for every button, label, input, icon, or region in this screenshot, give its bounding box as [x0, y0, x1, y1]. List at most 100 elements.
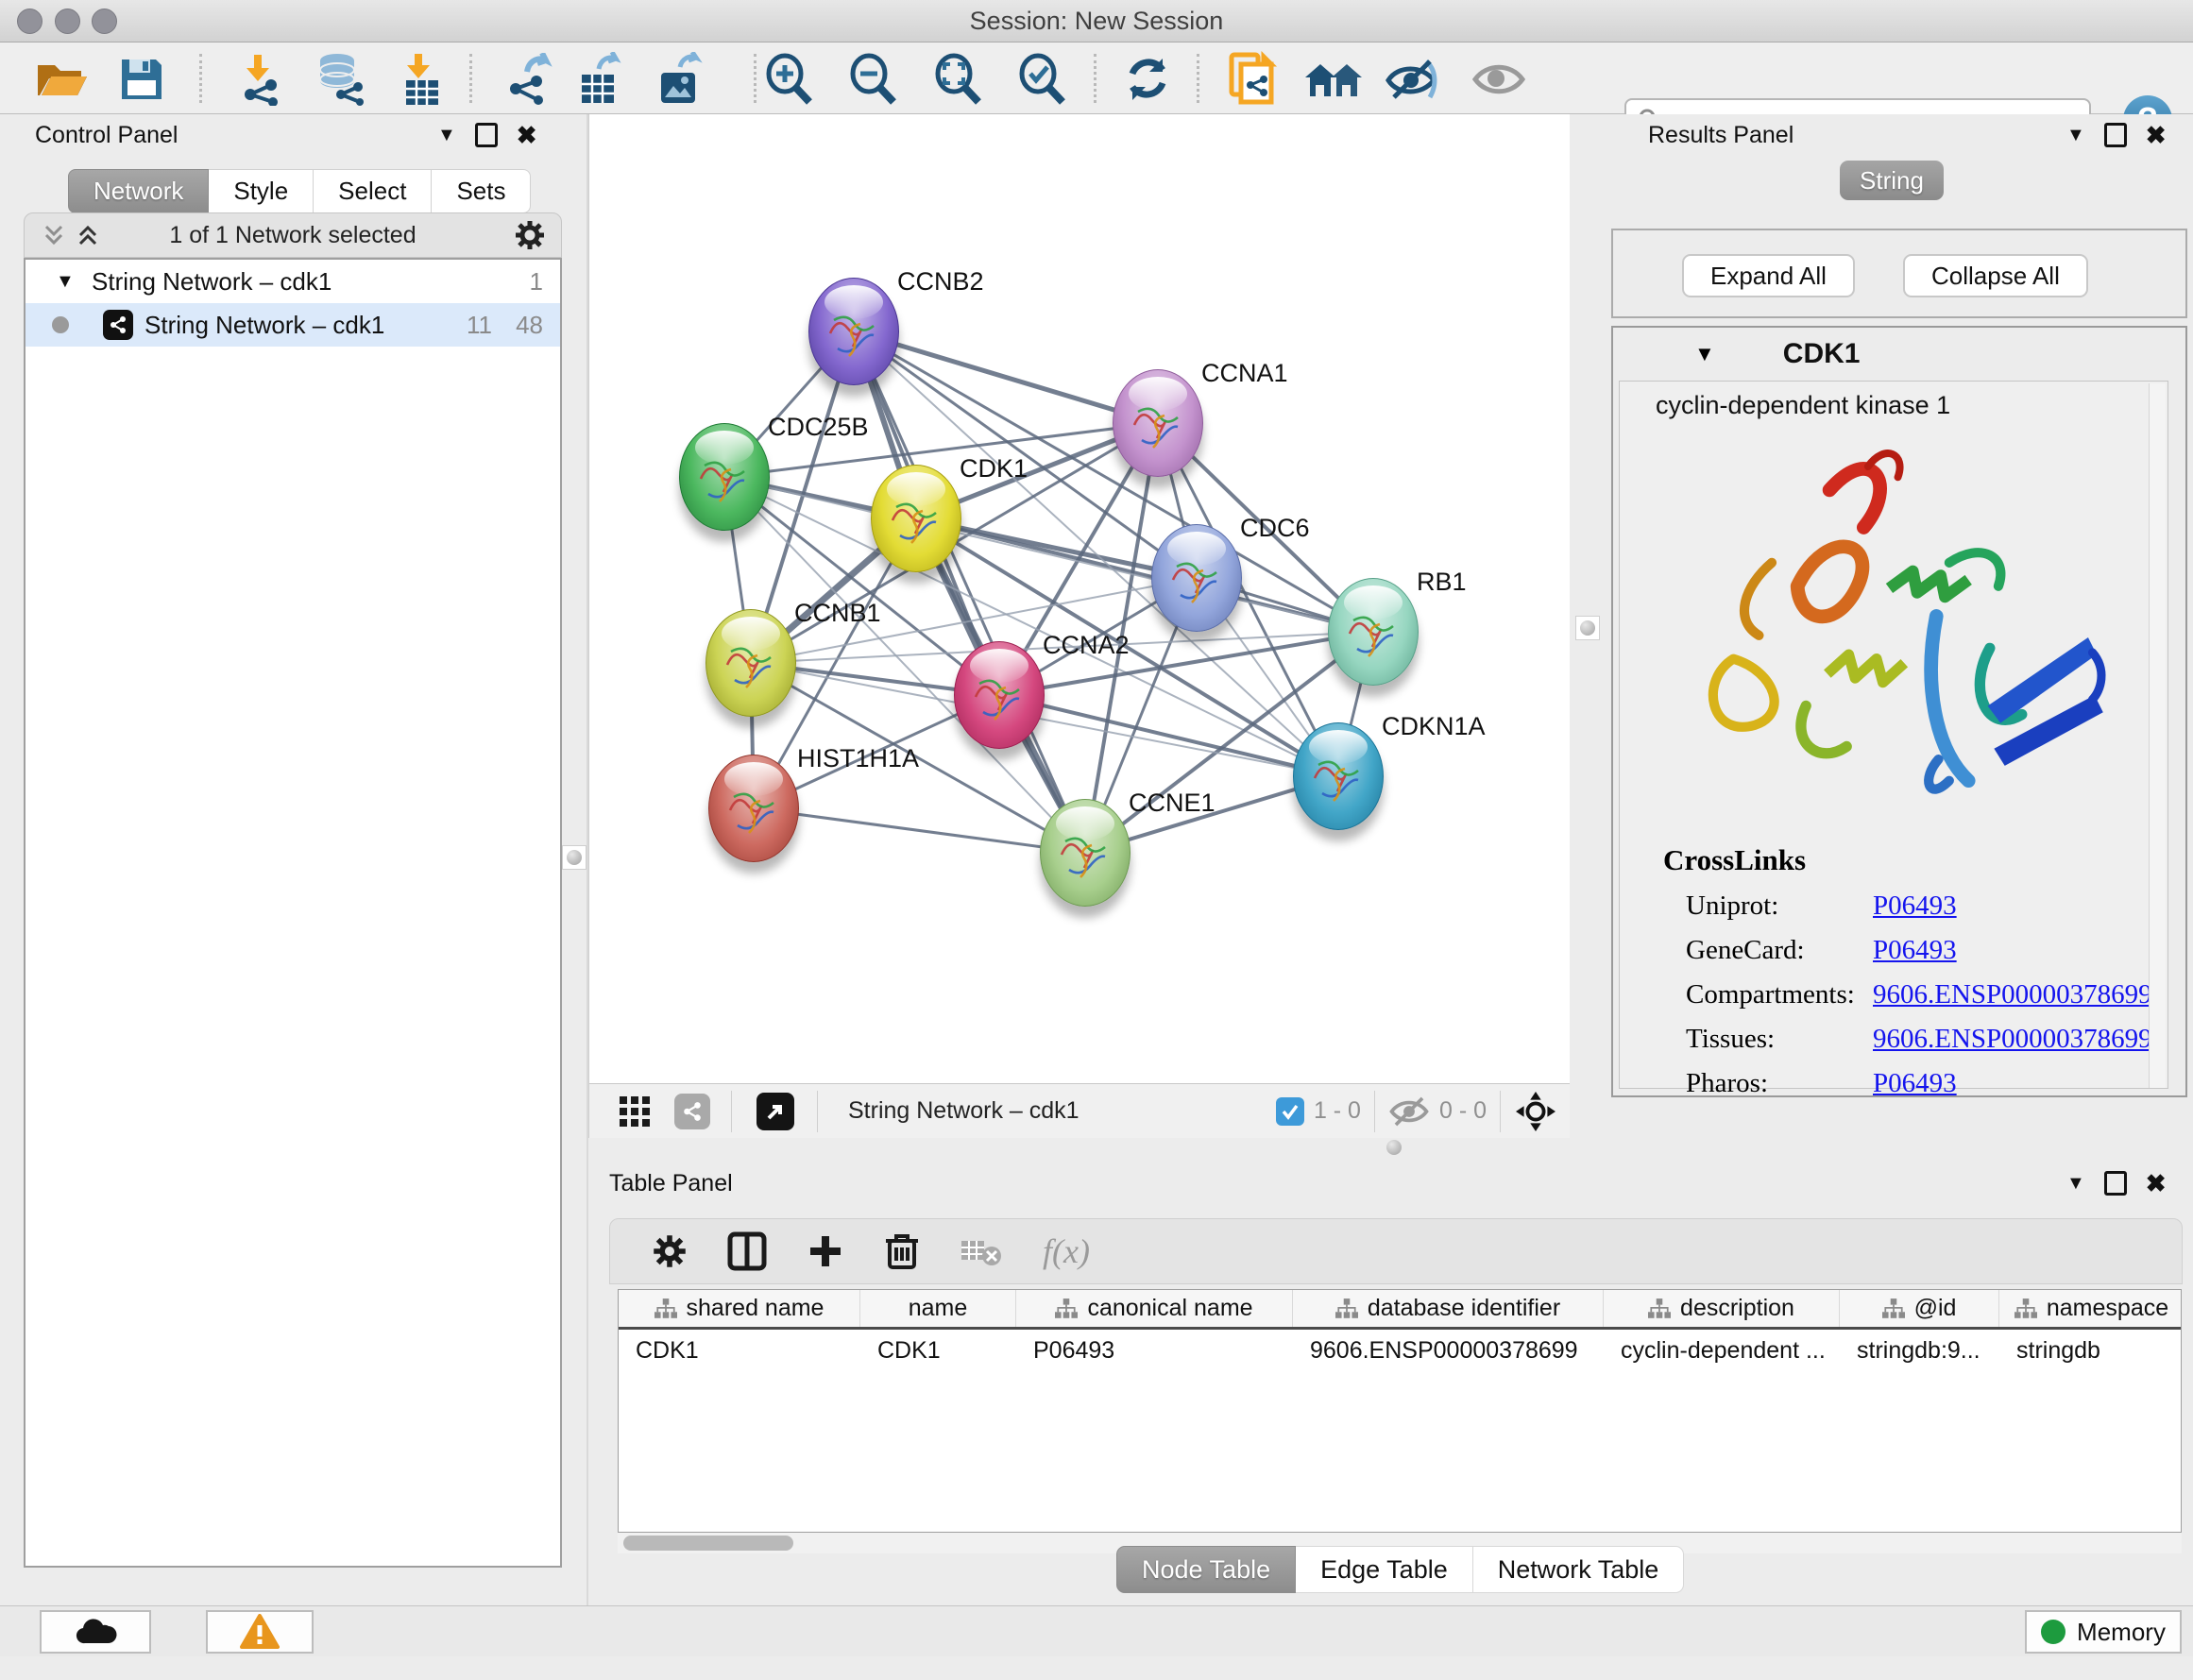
float-panel-icon[interactable]: [2104, 123, 2127, 147]
column-header-shared-name[interactable]: shared name: [619, 1290, 860, 1327]
graph-node-CCNE1[interactable]: [1040, 799, 1130, 907]
results-tab-string[interactable]: String: [1840, 161, 1944, 200]
crosslink-link[interactable]: P06493: [1873, 891, 1957, 922]
graph-edge-CCNA2-CDKN1A[interactable]: [999, 695, 1338, 776]
collapse-panel-icon[interactable]: ▼: [2066, 125, 2085, 146]
close-window-button[interactable]: [17, 8, 42, 34]
column-header-canonical-name[interactable]: canonical name: [1016, 1290, 1293, 1327]
divider-grab-dot[interactable]: [1386, 1140, 1402, 1155]
delete-column-trash-icon[interactable]: [884, 1231, 920, 1271]
warnings-button[interactable]: [206, 1610, 314, 1654]
collapse-all-chevrons-icon[interactable]: [76, 223, 100, 247]
graph-node-CCNB1[interactable]: [706, 609, 796, 717]
close-panel-icon[interactable]: ✖: [517, 121, 537, 150]
expand-all-chevrons-icon[interactable]: [42, 223, 66, 247]
tab-edge-table[interactable]: Edge Table: [1296, 1546, 1473, 1593]
table-cell[interactable]: stringdb:9...: [1840, 1330, 1999, 1371]
graph-edge-CCNB2-CCNE1[interactable]: [854, 331, 1085, 853]
column-header-name[interactable]: name: [860, 1290, 1016, 1327]
divider-grab-handle[interactable]: [562, 845, 586, 870]
crosslink-link[interactable]: P06493: [1873, 935, 1957, 966]
collapse-protein-icon[interactable]: ▼: [1694, 342, 1715, 366]
export-image-button[interactable]: [648, 52, 714, 107]
network-row-selected[interactable]: String Network – cdk1 11 48: [26, 303, 560, 347]
first-neighbors-button[interactable]: [1300, 52, 1367, 107]
divider-grab-handle[interactable]: [1575, 616, 1600, 640]
import-network-file-button[interactable]: [227, 52, 293, 107]
table-cell[interactable]: CDK1: [619, 1330, 860, 1371]
detach-view-button[interactable]: [756, 1093, 794, 1130]
graph-node-HIST1H1A[interactable]: [708, 755, 799, 862]
crosslink-link[interactable]: 9606.ENSP00000378699: [1873, 1024, 2152, 1055]
table-cell[interactable]: CDK1: [860, 1330, 1016, 1371]
results-panel-divider[interactable]: [1570, 114, 1606, 1157]
hidden-eye-icon[interactable]: [1388, 1095, 1430, 1128]
collapse-panel-icon[interactable]: ▼: [437, 125, 456, 146]
open-session-button[interactable]: [28, 52, 94, 107]
table-cell[interactable]: 9606.ENSP00000378699: [1293, 1330, 1604, 1371]
graph-node-CCNA1[interactable]: [1113, 369, 1203, 477]
grid-mode-icon[interactable]: [618, 1095, 652, 1128]
tab-network-table[interactable]: Network Table: [1473, 1546, 1685, 1593]
table-panel-divider[interactable]: [588, 1138, 2193, 1157]
save-session-button[interactable]: [109, 52, 175, 107]
import-table-file-button[interactable]: [389, 52, 455, 107]
collapse-panel-icon[interactable]: ▼: [2066, 1173, 2085, 1195]
tab-select[interactable]: Select: [314, 169, 432, 213]
zoom-selected-button[interactable]: [1009, 52, 1075, 107]
table-cell[interactable]: P06493: [1016, 1330, 1293, 1371]
memory-status-button[interactable]: Memory: [2025, 1610, 2182, 1654]
table-cell[interactable]: stringdb: [1999, 1330, 2182, 1371]
selected-checkbox-icon[interactable]: [1276, 1097, 1304, 1126]
close-panel-icon[interactable]: ✖: [2146, 1169, 2167, 1198]
graph-node-RB1[interactable]: [1328, 578, 1419, 686]
column-header-description[interactable]: description: [1604, 1290, 1840, 1327]
graph-edge-HIST1H1A-CCNE1[interactable]: [754, 808, 1085, 853]
gear-icon[interactable]: [514, 219, 546, 251]
zoom-fit-button[interactable]: [925, 52, 991, 107]
table-cell[interactable]: cyclin-dependent ...: [1604, 1330, 1840, 1371]
close-panel-icon[interactable]: ✖: [2146, 121, 2167, 150]
zoom-out-button[interactable]: [840, 52, 906, 107]
float-panel-icon[interactable]: [2104, 1171, 2127, 1196]
table-row[interactable]: CDK1CDK1P064939606.ENSP00000378699cyclin…: [619, 1330, 2181, 1371]
float-panel-icon[interactable]: [475, 123, 498, 147]
column-header-database-identifier[interactable]: database identifier: [1293, 1290, 1604, 1327]
network-collection-row[interactable]: ▼ String Network – cdk1 1: [26, 260, 560, 303]
import-network-from-database-button[interactable]: [307, 52, 373, 107]
hide-selected-button[interactable]: [1380, 52, 1446, 107]
network-graph[interactable]: CCNB2CCNA1CDC25BCDK1CDC6RB1CCNB1CCNA2CDK…: [589, 114, 1571, 1083]
zoom-in-button[interactable]: [756, 52, 822, 107]
add-column-icon[interactable]: [807, 1232, 844, 1270]
graph-edge-CCNB2-CCNA1[interactable]: [854, 331, 1158, 423]
column-header--id[interactable]: @id: [1840, 1290, 1999, 1327]
graph-node-CCNA2[interactable]: [954, 641, 1045, 749]
expand-all-button[interactable]: Expand All: [1682, 254, 1855, 297]
graph-node-CDKN1A[interactable]: [1293, 722, 1384, 830]
scrollbar-thumb[interactable]: [623, 1536, 793, 1551]
network-mode-icon[interactable]: [674, 1094, 710, 1129]
column-header-namespace[interactable]: namespace: [1999, 1290, 2182, 1327]
graph-node-CCNB2[interactable]: [808, 278, 899, 385]
apply-layout-button[interactable]: [1114, 52, 1181, 107]
select-columns-icon[interactable]: [727, 1231, 767, 1271]
minimize-window-button[interactable]: [55, 8, 80, 34]
zoom-window-button[interactable]: [92, 8, 117, 34]
graph-node-CDC6[interactable]: [1151, 524, 1242, 632]
export-table-button[interactable]: [569, 52, 635, 107]
results-scrollbar[interactable]: [2149, 383, 2166, 1088]
cloud-status-button[interactable]: [40, 1610, 151, 1654]
crosslink-link[interactable]: P06493: [1873, 1068, 1957, 1099]
tab-style[interactable]: Style: [209, 169, 314, 213]
graph-node-CDC25B[interactable]: [679, 423, 770, 531]
tab-node-table[interactable]: Node Table: [1116, 1546, 1296, 1593]
clone-network-button[interactable]: [1220, 52, 1286, 107]
move-crosshair-icon[interactable]: [1516, 1092, 1556, 1131]
protein-header-row[interactable]: ▼ CDK1: [1613, 328, 2185, 381]
show-hidden-button[interactable]: [1466, 52, 1532, 107]
tab-network[interactable]: Network: [68, 169, 209, 213]
collapse-all-button[interactable]: Collapse All: [1903, 254, 2088, 297]
table-settings-gear-icon[interactable]: [652, 1233, 688, 1269]
collection-expand-icon[interactable]: ▼: [56, 271, 75, 293]
control-panel-divider[interactable]: [562, 114, 588, 1605]
